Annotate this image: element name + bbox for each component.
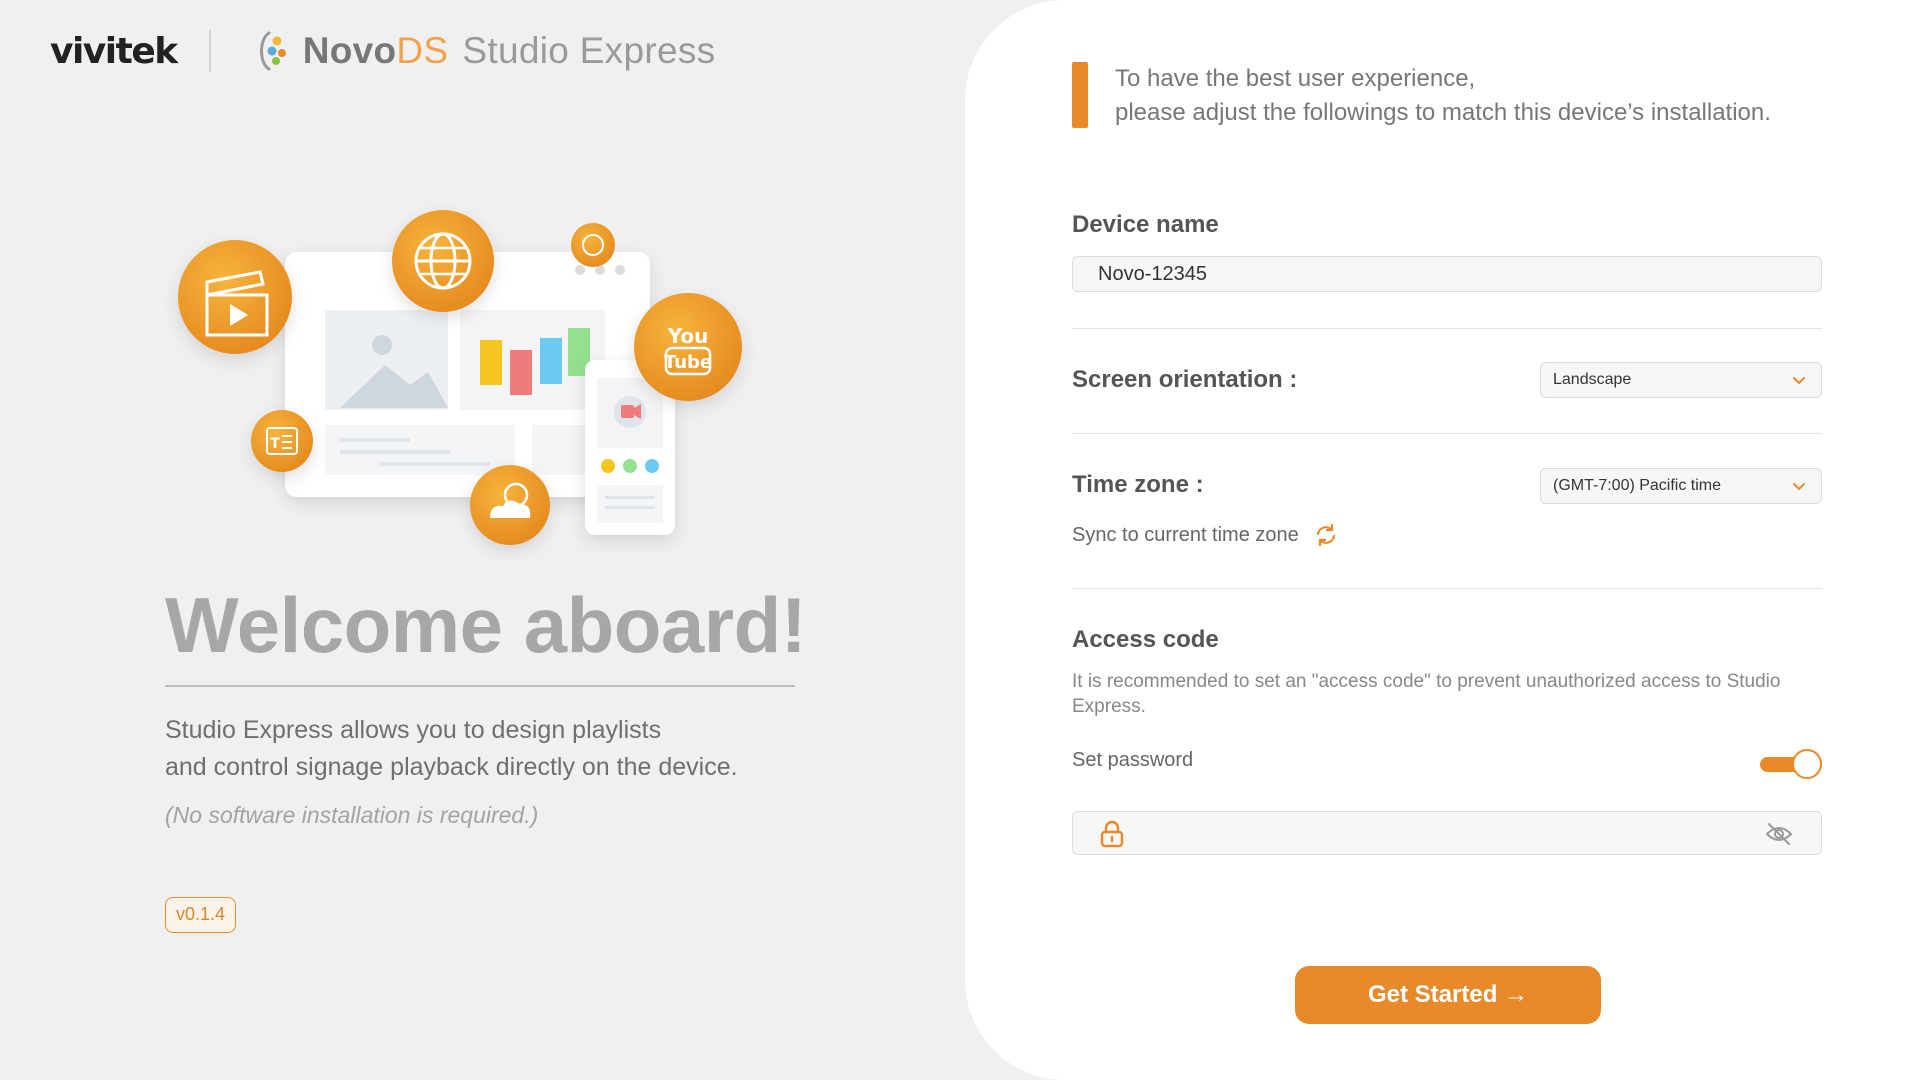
version-badge: v0.1.4 bbox=[165, 897, 237, 933]
access-code-label: Access code bbox=[1072, 626, 1219, 653]
welcome-description-line-2: and control signage playback directly on… bbox=[165, 753, 738, 781]
product-name-novo: Novo bbox=[302, 30, 397, 71]
device-name-label: Device name bbox=[1072, 211, 1219, 238]
lock-icon bbox=[1100, 820, 1124, 848]
set-password-label: Set password bbox=[1072, 749, 1194, 771]
screen-orientation-select[interactable]: Landscape bbox=[1540, 362, 1822, 398]
setup-panel: To have the best user experience, please… bbox=[965, 0, 1920, 1080]
section-divider bbox=[1072, 433, 1822, 434]
setup-intro: To have the best user experience, please… bbox=[1115, 62, 1771, 130]
intro-accent-bar bbox=[1072, 62, 1088, 128]
sync-time-zone[interactable]: Sync to current time zone bbox=[1072, 522, 1339, 548]
novods-logo-icon bbox=[255, 29, 289, 73]
access-code-description: It is recommended to set an "access code… bbox=[1072, 671, 1781, 717]
product-name-ds: DS bbox=[396, 30, 449, 71]
youtube-icon: You Tube bbox=[634, 293, 742, 401]
time-zone-select[interactable]: (GMT-7:00) Pacific time bbox=[1540, 468, 1822, 504]
welcome-description-line-1: Studio Express allows you to design play… bbox=[165, 716, 662, 744]
welcome-divider bbox=[165, 685, 795, 687]
sync-icon[interactable] bbox=[1313, 522, 1339, 548]
svg-text:You: You bbox=[667, 324, 709, 348]
clock-badge-icon bbox=[571, 223, 615, 267]
globe-icon bbox=[392, 210, 494, 312]
svg-text:Tube: Tube bbox=[664, 352, 712, 373]
chevron-down-icon bbox=[1793, 483, 1805, 491]
weather-icon bbox=[470, 465, 550, 545]
screen-orientation-label: Screen orientation : bbox=[1072, 366, 1298, 393]
time-zone-label: Time zone : bbox=[1072, 471, 1204, 498]
sync-time-zone-label: Sync to current time zone bbox=[1072, 523, 1299, 546]
setup-intro-line-1: To have the best user experience, bbox=[1115, 65, 1476, 92]
clapperboard-icon bbox=[178, 240, 292, 354]
vivitek-logo: vivitek bbox=[50, 30, 178, 72]
setup-intro-line-2: please adjust the followings to match th… bbox=[1115, 99, 1771, 126]
product-name-rest: Studio Express bbox=[462, 30, 716, 71]
toggle-knob bbox=[1792, 749, 1822, 779]
section-divider bbox=[1072, 328, 1822, 329]
welcome-panel: vivitek NovoDS Studio Express You Tube T… bbox=[0, 0, 1000, 1080]
password-field[interactable] bbox=[1072, 811, 1822, 855]
text-icon: T bbox=[251, 410, 313, 472]
product-name: NovoDS Studio Express bbox=[303, 30, 716, 72]
brand-header: vivitek NovoDS Studio Express bbox=[50, 26, 715, 76]
get-started-button[interactable]: Get Started → bbox=[1295, 966, 1601, 1024]
chevron-down-icon bbox=[1793, 377, 1805, 385]
screen-orientation-value: Landscape bbox=[1553, 371, 1632, 388]
welcome-description: Studio Express allows you to design play… bbox=[165, 712, 738, 786]
signage-illustration: You Tube T bbox=[178, 210, 742, 545]
installation-note: (No software installation is required.) bbox=[165, 802, 539, 828]
time-zone-value: (GMT-7:00) Pacific time bbox=[1553, 477, 1722, 494]
brand-divider bbox=[208, 30, 211, 72]
section-divider bbox=[1072, 588, 1822, 589]
welcome-title: Welcome aboard! bbox=[165, 581, 807, 669]
eye-off-icon[interactable] bbox=[1765, 821, 1793, 847]
svg-text:T: T bbox=[270, 436, 280, 452]
set-password-toggle[interactable] bbox=[1760, 748, 1822, 780]
device-name-input[interactable]: Novo-12345 bbox=[1072, 256, 1822, 292]
